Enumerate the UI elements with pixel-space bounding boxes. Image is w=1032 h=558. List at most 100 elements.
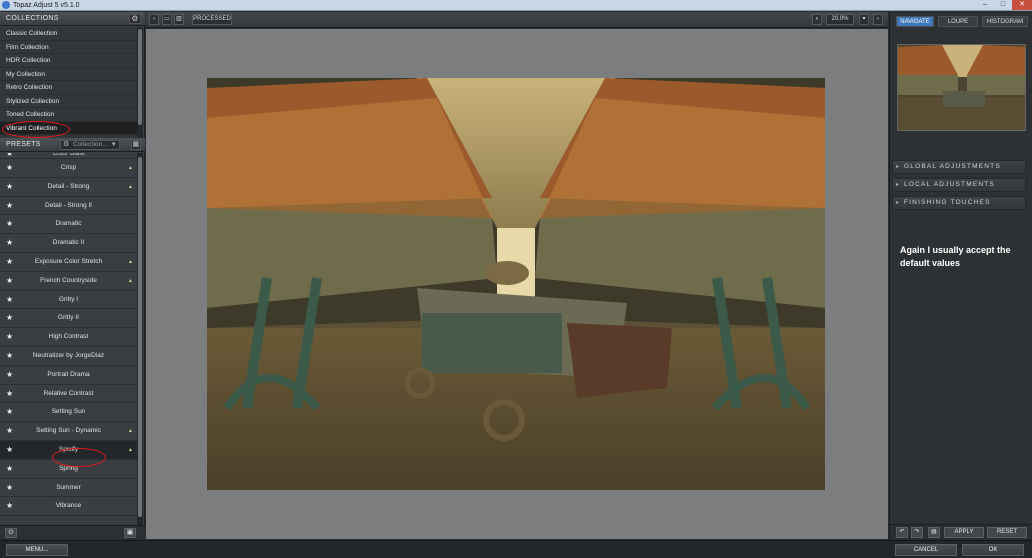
star-icon[interactable]: ★ <box>6 178 13 197</box>
split-view-icon[interactable]: ▥ <box>174 14 184 25</box>
collapse-right-icon[interactable]: › <box>873 14 883 25</box>
preset-item[interactable]: ★ Crisp ▲ <box>0 159 137 178</box>
preset-item[interactable]: ★ Detail - Strong ▲ <box>0 178 137 197</box>
preset-item[interactable]: ★ Portrait Drama <box>0 366 137 385</box>
redo-icon[interactable]: ↷ <box>911 527 923 538</box>
grid-view-icon[interactable]: ▦ <box>131 140 141 150</box>
preset-item[interactable]: ★ Spicify ▲ <box>0 440 137 460</box>
preview-image[interactable] <box>207 78 825 490</box>
left-panel: COLLECTIONS ⚙ Classic Collection Film Col… <box>0 12 145 539</box>
preset-label: French Countryside <box>40 276 97 284</box>
presets-scroll-thumb[interactable] <box>138 157 142 517</box>
collections-gear-icon[interactable]: ⚙ <box>129 14 141 24</box>
tab-histogram[interactable]: HISTOGRAM <box>982 16 1028 27</box>
zoom-level[interactable]: 20.0% <box>826 14 854 25</box>
star-icon[interactable]: ★ <box>6 197 13 216</box>
undo-icon[interactable]: ↶ <box>896 527 908 538</box>
reset-button[interactable]: RESET <box>987 527 1027 538</box>
preset-label: Gritty I <box>58 295 79 303</box>
preset-label: Spicify <box>58 445 79 453</box>
collection-item[interactable]: Stylized Collection <box>0 95 137 108</box>
apply-button[interactable]: APPLY <box>944 527 984 538</box>
preset-item[interactable]: ★ Relative Contrast <box>0 385 137 404</box>
star-icon[interactable]: ★ <box>6 422 13 441</box>
finishing-touches-section[interactable]: ▸ FINISHING TOUCHES <box>892 196 1026 210</box>
preset-item[interactable]: ★ Setting Sun <box>0 403 137 423</box>
preset-item[interactable]: ★ Gritty II <box>0 309 137 329</box>
presets-header: PRESETS ⚙ Collection... ▼ ▦ <box>0 138 145 152</box>
chevron-down-icon: ▼ <box>110 142 117 148</box>
menu-button[interactable]: MENU... <box>6 544 68 556</box>
collection-item[interactable]: Retro Collection <box>0 81 137 95</box>
preset-item[interactable]: ★ Vibrance <box>0 497 137 517</box>
collection-dropdown-label: Collection... <box>73 142 109 148</box>
preset-label: Portrait Drama <box>47 370 90 378</box>
collection-item[interactable]: Toned Collection <box>0 108 137 122</box>
modified-indicator-icon: ▲ <box>128 428 133 435</box>
tab-navigate[interactable]: NAVIGATE <box>896 16 934 27</box>
preset-item[interactable]: ★ Spring <box>0 460 137 479</box>
star-icon[interactable]: ★ <box>6 309 13 328</box>
star-icon[interactable]: ★ <box>6 460 13 479</box>
star-icon[interactable]: ★ <box>6 385 13 404</box>
preset-item[interactable]: ★ Detail - Strong II <box>0 197 137 216</box>
star-icon[interactable]: ★ <box>6 234 13 253</box>
preset-label: Dramatic II <box>52 239 85 247</box>
preset-item[interactable]: ★ High Contrast <box>0 328 137 347</box>
collection-item[interactable]: Film Collection <box>0 41 137 54</box>
star-icon[interactable]: ★ <box>6 159 13 178</box>
navigator-thumbnail-illustration <box>898 45 1025 130</box>
collection-dropdown[interactable]: ⚙ Collection... ▼ <box>60 140 120 150</box>
star-icon: ★ <box>6 153 14 158</box>
star-icon[interactable]: ★ <box>6 347 13 366</box>
star-icon[interactable]: ★ <box>6 366 13 385</box>
section-label: GLOBAL ADJUSTMENTS <box>904 163 1001 170</box>
star-icon[interactable]: ★ <box>6 441 13 460</box>
star-icon[interactable]: ★ <box>6 403 13 422</box>
settings-icon[interactable]: ⊙ <box>5 528 17 538</box>
maximize-button[interactable]: □ <box>994 0 1012 10</box>
preset-item[interactable]: ★ Gritty I <box>0 291 137 310</box>
processed-toggle[interactable]: PROCESSED <box>192 14 232 25</box>
fit-icon[interactable]: ▾ <box>859 14 869 25</box>
ok-button[interactable]: OK <box>962 544 1024 556</box>
collections-title: COLLECTIONS <box>6 15 59 22</box>
collection-item[interactable]: Vibrant Collection <box>0 121 137 135</box>
collection-item[interactable]: HDR Collection <box>0 54 137 68</box>
collections-scrollbar[interactable] <box>137 27 143 138</box>
collapse-left-icon[interactable]: ‹ <box>149 14 159 25</box>
local-adjustments-section[interactable]: ▸ LOCAL ADJUSTMENTS <box>892 178 1026 192</box>
collection-item[interactable]: Classic Collection <box>0 27 137 41</box>
collections-scroll-thumb[interactable] <box>138 29 142 125</box>
preset-item[interactable]: ★ Neutralizer by JorgeDiaz <box>0 347 137 366</box>
star-icon[interactable]: ★ <box>6 497 13 516</box>
preset-item[interactable]: ★ Dramatic II <box>0 234 137 253</box>
preset-item[interactable]: ★ Exposure Color Stretch ▲ <box>0 253 137 272</box>
star-icon[interactable]: ★ <box>6 272 13 291</box>
tab-loupe[interactable]: LOUPE <box>938 16 978 27</box>
save-preset-icon[interactable]: ▤ <box>928 527 940 538</box>
preset-item[interactable]: ★ Summer <box>0 479 137 498</box>
single-view-icon[interactable]: ▭ <box>162 14 172 25</box>
preset-label: Setting Sun <box>51 408 86 416</box>
close-button[interactable]: ✕ <box>1012 0 1032 10</box>
navigator-thumbnail[interactable] <box>897 44 1026 131</box>
preset-item[interactable]: ★ Dramatic <box>0 215 137 235</box>
preview-canvas[interactable] <box>146 29 888 539</box>
star-icon[interactable]: ★ <box>6 328 13 347</box>
star-icon[interactable]: ★ <box>6 291 13 310</box>
zoom-icon[interactable]: ⌕ <box>812 14 822 25</box>
star-icon[interactable]: ★ <box>6 253 13 272</box>
preset-label: Crisp <box>60 164 77 171</box>
camera-icon[interactable]: ▣ <box>124 528 136 538</box>
presets-scrollbar[interactable] <box>137 153 143 525</box>
global-adjustments-section[interactable]: ▸ GLOBAL ADJUSTMENTS <box>892 160 1026 174</box>
star-icon[interactable]: ★ <box>6 215 13 234</box>
collection-item[interactable]: My Collection <box>0 68 137 81</box>
preset-item[interactable]: ★ French Countryside ▲ <box>0 272 137 291</box>
factory-photo-illustration <box>207 78 825 490</box>
cancel-button[interactable]: CANCEL <box>895 544 957 556</box>
minimize-button[interactable]: – <box>976 0 994 10</box>
star-icon[interactable]: ★ <box>6 479 13 498</box>
preset-item[interactable]: ★ Setting Sun - Dynamic ▲ <box>0 422 137 441</box>
